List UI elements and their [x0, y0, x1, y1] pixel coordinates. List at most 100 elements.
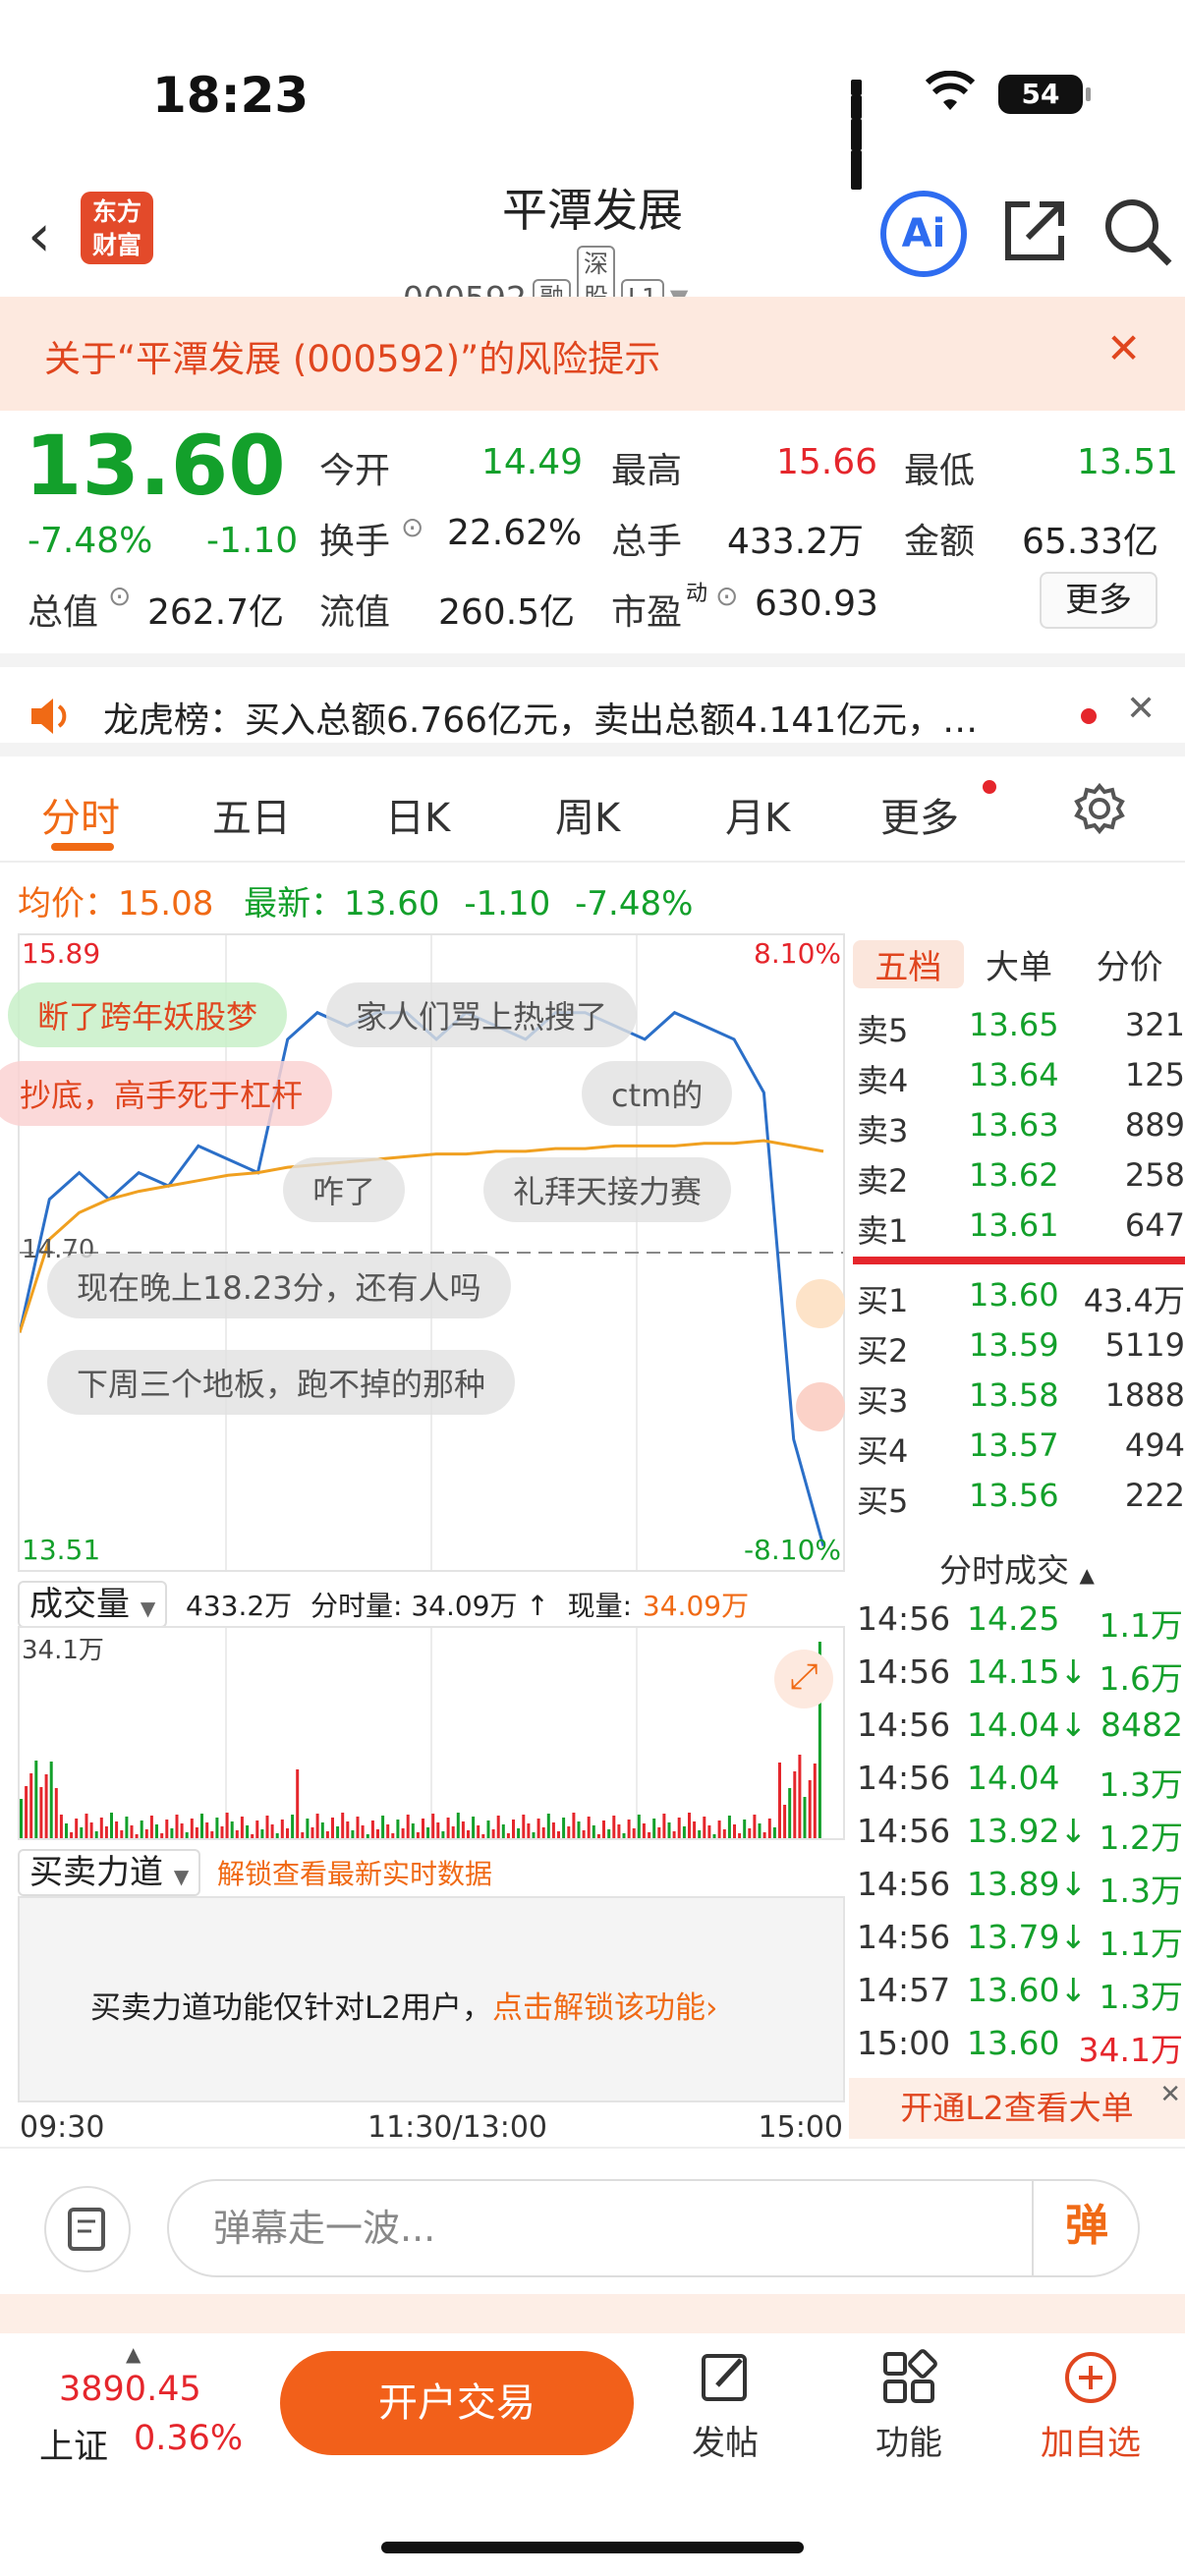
float-value: 260.5亿 — [438, 592, 576, 633]
unread-dot — [1081, 708, 1097, 724]
volume-bar — [336, 1826, 340, 1838]
axis-bottom-right: -8.10% — [743, 1534, 841, 1566]
tab-more[interactable]: 更多 — [880, 786, 959, 843]
trade-row: 14:56 13.92↓ 1.2万 — [849, 1806, 1185, 1859]
tab-daily[interactable]: 日K — [385, 786, 450, 843]
volume-chart[interactable]: 34.1万 ⤢ — [18, 1626, 845, 1840]
volume-bar — [722, 1829, 726, 1838]
volume-bar — [110, 1813, 113, 1838]
axis-top-right: 8.10% — [754, 937, 841, 970]
trade-time: 14:56 — [857, 1865, 951, 1903]
danmaku[interactable]: 咋了 — [283, 1157, 406, 1222]
volume-bar — [265, 1816, 269, 1838]
risk-text: 关于“平潭发展 (000592)”的风险提示 — [44, 338, 661, 380]
danmaku[interactable]: 现在晚上18.23分，还有人吗 — [47, 1254, 511, 1318]
volume-bar — [175, 1815, 179, 1838]
trade-volume: 8482 — [1100, 1706, 1183, 1744]
l2-upsell[interactable]: 开通L2查看大单 ✕ — [849, 2078, 1185, 2139]
buysell-selector[interactable]: 买卖力道 ▼ — [18, 1849, 201, 1896]
add-watchlist-button[interactable]: 加自选 — [1022, 2348, 1159, 2464]
ask-row[interactable]: 卖1 13.61 647 — [849, 1201, 1185, 1251]
tab-5day[interactable]: 五日 — [212, 786, 291, 843]
volume-bar — [717, 1820, 721, 1838]
share-icon[interactable] — [1000, 196, 1069, 265]
trade-price: 14.04↓ — [967, 1706, 1088, 1744]
expand-icon[interactable]: ⤢ — [774, 1650, 833, 1708]
danmaku-toggle[interactable]: 弹 — [1032, 2179, 1140, 2277]
risk-banner[interactable]: 关于“平潭发展 (000592)”的风险提示 ✕ — [0, 297, 1185, 411]
volume-bar — [341, 1813, 345, 1838]
trade-volume: 1.1万 — [1099, 1606, 1183, 1645]
volume-bar — [370, 1820, 374, 1838]
danmaku[interactable]: 断了跨年妖股梦 — [8, 982, 288, 1047]
danmaku[interactable]: 下周三个地板，跑不掉的那种 — [47, 1350, 516, 1415]
close-icon[interactable]: ✕ — [1159, 2064, 1181, 2125]
danmaku[interactable]: ctm的 — [582, 1061, 733, 1126]
volume-selector[interactable]: 成交量 ▼ — [18, 1581, 168, 1628]
ai-button[interactable]: Ai — [880, 191, 967, 277]
ask-row[interactable]: 卖2 13.62 258 — [849, 1150, 1185, 1201]
close-icon[interactable]: ✕ — [1106, 324, 1141, 372]
ask-volume: 125 — [1124, 1056, 1185, 1093]
volume-bar — [813, 1764, 817, 1838]
trades-title[interactable]: 分时成交 ▲ — [849, 1544, 1185, 1594]
ask-row[interactable]: 卖3 13.63 889 — [849, 1100, 1185, 1150]
chevron-up-icon[interactable]: ▲ — [126, 2342, 141, 2366]
info-icon[interactable]: ⊙ — [715, 580, 738, 612]
danmaku-input[interactable]: 弹幕走一波... — [167, 2179, 1140, 2277]
volume-bar — [612, 1816, 616, 1838]
axis-bottom-left: 13.51 — [22, 1534, 101, 1566]
bid-row[interactable]: 买1 13.60 43.4万 — [849, 1270, 1185, 1320]
tab-level5[interactable]: 五档 — [853, 939, 964, 988]
ask-volume: 889 — [1124, 1106, 1185, 1144]
volume-bar — [306, 1819, 310, 1838]
volume-bar — [592, 1825, 595, 1838]
volume-bar — [733, 1824, 736, 1838]
more-button[interactable]: 更多 — [1040, 572, 1157, 629]
ask-row[interactable]: 卖5 13.65 321 — [849, 1000, 1185, 1050]
danmaku[interactable]: 抄底，高手死于杠杆 — [0, 1061, 333, 1126]
ask-volume: 321 — [1124, 1006, 1185, 1043]
volume-bar — [144, 1829, 148, 1838]
tab-weekly[interactable]: 周K — [555, 786, 620, 843]
volume-bar — [210, 1831, 214, 1838]
bid-row[interactable]: 买4 13.57 494 — [849, 1421, 1185, 1471]
volume-bar — [225, 1813, 229, 1838]
bid-row[interactable]: 买3 13.58 1888 — [849, 1371, 1185, 1421]
volume-bar — [230, 1821, 234, 1838]
unlock-link[interactable]: 解锁查看最新实时数据 — [217, 1858, 492, 1890]
tab-intraday[interactable]: 分时 — [41, 786, 120, 843]
tab-monthly[interactable]: 月K — [725, 786, 790, 843]
danmaku[interactable]: 家人们骂上热搜了 — [326, 982, 638, 1047]
search-icon[interactable] — [1100, 195, 1175, 269]
gear-icon[interactable] — [1073, 782, 1126, 835]
info-icon[interactable]: ⊙ — [108, 580, 131, 612]
ask-row[interactable]: 卖4 13.64 125 — [849, 1050, 1185, 1100]
bid-row[interactable]: 买5 13.56 222 — [849, 1471, 1185, 1521]
danmaku[interactable]: 礼拜天接力赛 — [483, 1157, 732, 1222]
avatar[interactable] — [796, 1279, 845, 1328]
info-icon[interactable]: ⊙ — [401, 511, 423, 543]
bid-row[interactable]: 买2 13.59 5119 — [849, 1320, 1185, 1371]
volume-bar — [602, 1820, 605, 1838]
volume-bar — [120, 1830, 124, 1838]
volume-bar — [406, 1815, 410, 1838]
post-button[interactable]: 发帖 — [656, 2348, 794, 2464]
unlock-feature-link[interactable]: 点击解锁该功能› — [492, 1990, 717, 2026]
intraday-chart[interactable]: 15.89 8.10% 13.51 -8.10% 14.70 断了跨年妖股梦 家… — [0, 933, 845, 1572]
volume-bar — [401, 1828, 405, 1838]
volume-bar — [436, 1822, 440, 1838]
order-book: 五档 大单 分价 卖5 13.65 321 卖4 13.64 125 卖3 13.63 889 卖… — [849, 933, 1185, 1521]
volume-bar — [491, 1829, 495, 1838]
buysell-panel: 买卖力道功能仅针对L2用户，点击解锁该功能› — [18, 1896, 845, 2102]
tab-large-orders[interactable]: 大单 — [964, 940, 1075, 988]
open-account-button[interactable]: 开户交易 — [280, 2351, 634, 2455]
close-icon[interactable]: ✕ — [1126, 689, 1156, 729]
tab-price-dist[interactable]: 分价 — [1074, 940, 1185, 988]
avatar[interactable] — [796, 1382, 845, 1431]
volume-bar — [381, 1816, 385, 1838]
dragon-tiger-bar[interactable]: 龙虎榜：买入总额6.766亿元，卖出总额4.141亿元，… ✕ — [0, 653, 1185, 756]
notes-icon[interactable] — [44, 2186, 131, 2272]
index-value[interactable]: 3890.45 — [59, 2370, 201, 2409]
functions-button[interactable]: 功能 — [840, 2348, 978, 2464]
